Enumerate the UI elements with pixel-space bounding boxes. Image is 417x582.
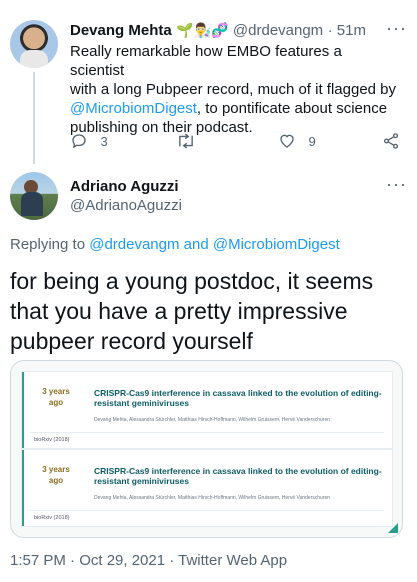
replying-to-label: Replying to — [10, 236, 86, 253]
entry-age-line: 3 years — [42, 465, 70, 474]
parent-tweet-header: Devang Mehta 🌱👨‍🔬🧬 @drdevangm · 51m — [70, 22, 366, 40]
entry-authors: Devang Mehta, Alessandra Stürchler, Matt… — [94, 417, 331, 423]
parent-author-name[interactable]: Devang Mehta — [70, 22, 172, 39]
main-tweet-header: Adriano Aguzzi @AdrianoAguzzi — [70, 178, 182, 214]
tweet-timestamp[interactable]: 1:57 PM · Oct 29, 2021 · Twitter Web App — [10, 552, 287, 569]
like-count: 9 — [308, 133, 316, 149]
mention-link[interactable]: @MicrobiomDigest — [70, 100, 197, 117]
retweet-icon — [179, 133, 193, 149]
attached-image[interactable]: 3 years ago CRISPR-Cas9 interference in … — [10, 360, 403, 538]
entry-age-line: 3 years — [42, 387, 70, 396]
parent-tweet-actions: 3 9 — [70, 132, 400, 152]
avatar-devang-mehta[interactable] — [10, 20, 58, 68]
entry-title: CRISPR-Cas9 interference in cassava link… — [94, 466, 382, 486]
entry-divider — [30, 510, 384, 511]
parent-text-line: with a long Pubpeer record, much of it f… — [70, 81, 397, 98]
parent-text-line: to pontificate about science — [205, 100, 388, 117]
entry-source: bioRxiv (2018) — [34, 515, 70, 521]
reply-icon — [72, 134, 86, 149]
main-tweet-text: for being a young postdoc, it seems that… — [10, 266, 410, 356]
parent-tweet-time[interactable]: · 51m — [328, 22, 366, 39]
retweet-button[interactable] — [176, 132, 196, 150]
main-author-handle[interactable]: @AdrianoAguzzi — [70, 197, 182, 214]
main-more-icon[interactable]: ··· — [386, 174, 407, 195]
entry-age-line: ago — [48, 476, 64, 485]
main-text-line: pubpeer record yourself — [10, 328, 253, 354]
entry-authors: Devang Mehta, Alessandra Stürchler, Matt… — [94, 495, 331, 501]
pubpeer-entry: 3 years ago CRISPR-Cas9 interference in … — [21, 449, 393, 527]
avatar-adriano-aguzzi[interactable] — [10, 172, 58, 220]
share-icon — [383, 133, 399, 149]
thread-connector-line — [33, 72, 35, 164]
reply-count: 3 — [100, 133, 108, 149]
entry-accent-bar — [22, 450, 24, 526]
like-button[interactable]: 9 — [278, 132, 316, 150]
entry-accent-bar — [22, 372, 24, 448]
main-text-line: that you have a pretty impressive — [10, 298, 348, 324]
parent-more-icon[interactable]: ··· — [386, 18, 407, 39]
main-text-line: for being a young postdoc, it seems — [10, 268, 374, 294]
replying-to-users[interactable]: @drdevangm and @MicrobiomDigest — [89, 236, 340, 253]
entry-age-line: ago — [48, 398, 64, 407]
reply-button[interactable]: 3 — [70, 132, 108, 150]
main-author-name[interactable]: Adriano Aguzzi — [70, 178, 182, 195]
corner-fold-icon — [388, 523, 398, 533]
like-icon — [280, 134, 294, 148]
parent-tweet-text: Really remarkable how EMBO features a sc… — [70, 42, 400, 137]
parent-author-handle[interactable]: @drdevangm — [233, 22, 323, 39]
entry-age: 3 years ago — [38, 464, 74, 486]
entry-title: CRISPR-Cas9 interference in cassava link… — [94, 388, 382, 408]
pubpeer-entry: 3 years ago CRISPR-Cas9 interference in … — [21, 371, 393, 449]
entry-age: 3 years ago — [38, 386, 74, 408]
parent-text-line: Really remarkable how EMBO features a sc… — [70, 43, 342, 79]
entry-divider — [30, 432, 384, 433]
share-button[interactable] — [382, 132, 400, 150]
entry-source: bioRxiv (2018) — [34, 437, 70, 443]
parent-author-emojis: 🌱👨‍🔬🧬 — [176, 22, 229, 38]
replying-to: Replying to @drdevangm and @MicrobiomDig… — [10, 236, 340, 253]
